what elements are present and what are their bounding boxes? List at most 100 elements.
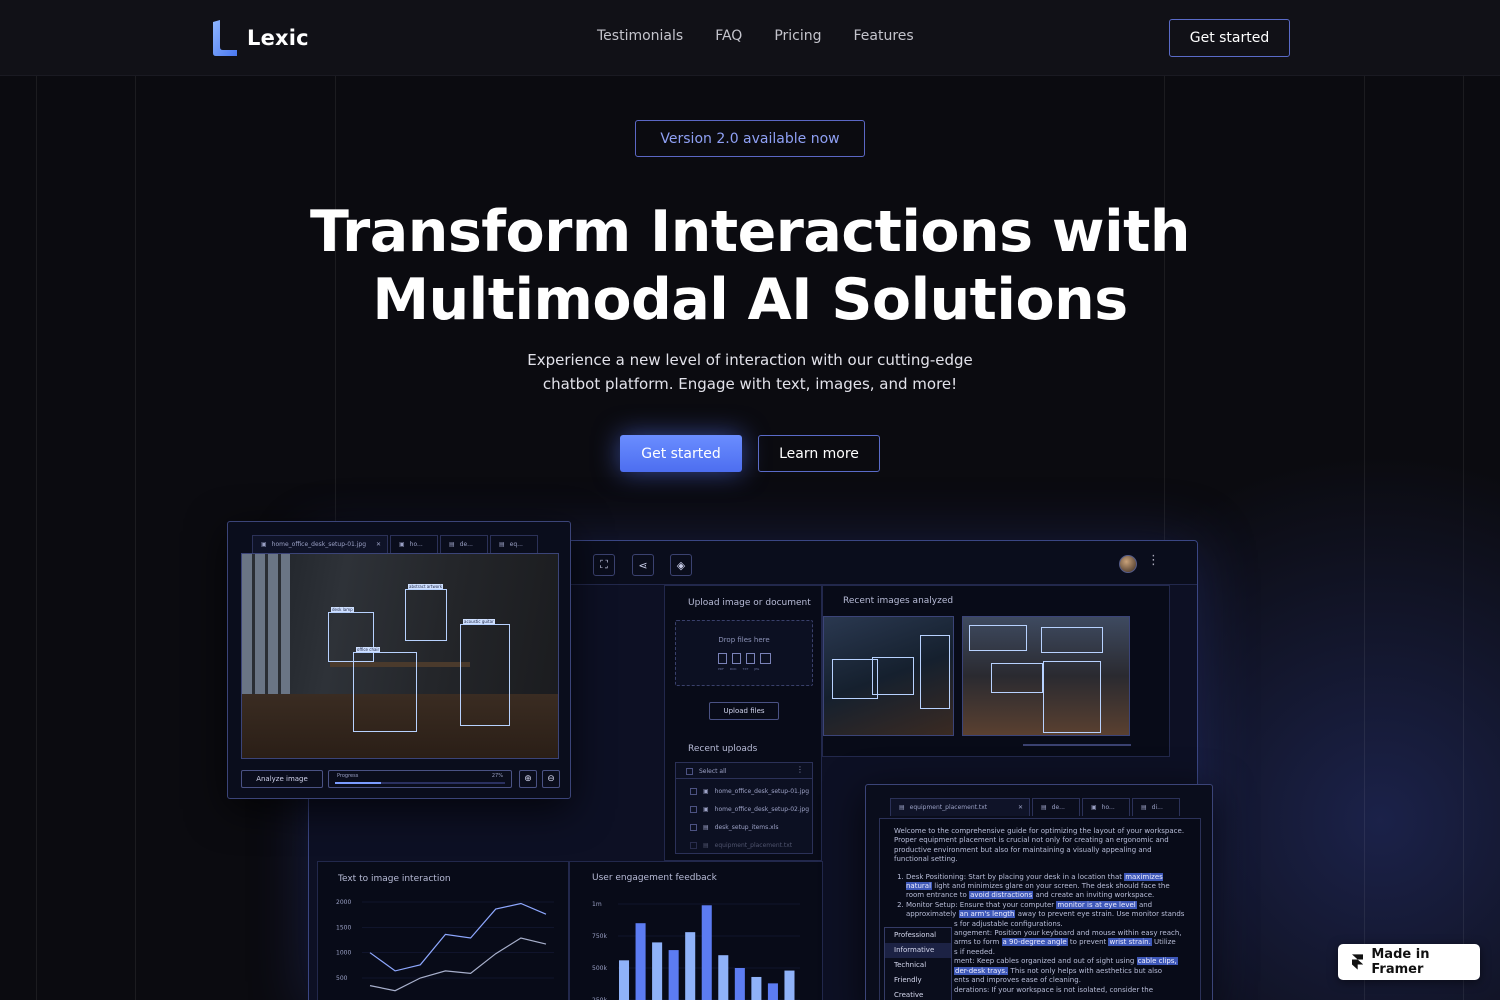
bar	[718, 955, 729, 1000]
dropzone[interactable]: Drop files here PDF DOC TXT JPG	[675, 620, 813, 686]
detection-box	[1041, 627, 1103, 653]
version-badge[interactable]: Version 2.0 available now	[635, 120, 865, 157]
tone-menu: Professional Informative Technical Frien…	[884, 927, 952, 1000]
office-photo[interactable]: desk lamp abstract artwork office chair …	[241, 553, 559, 759]
close-icon[interactable]: ✕	[376, 541, 381, 548]
doc-highlight[interactable]: cable clips,	[1136, 957, 1178, 966]
series-line	[369, 937, 547, 992]
list-item[interactable]: ▤ equipment_placement.txt	[690, 842, 792, 849]
hero-learn-more-button[interactable]: Learn more	[758, 435, 880, 472]
detection-box: office chair	[353, 647, 417, 732]
image-file-icon: ▣	[1091, 804, 1097, 811]
logo[interactable]: Lexic	[212, 20, 309, 56]
nav-link-testimonials[interactable]: Testimonials	[597, 28, 683, 44]
detection-label: office chair	[356, 647, 381, 652]
bar	[767, 983, 778, 1000]
doc-highlight[interactable]: a 90-degree angle	[1001, 938, 1068, 947]
menu-item-creative[interactable]: Creative	[885, 988, 951, 1000]
y-tick-label: 1000	[336, 950, 351, 957]
tab-label: equipment_placement.txt	[909, 804, 988, 811]
analyze-image-button[interactable]: Analyze image	[241, 770, 323, 788]
bar	[701, 905, 712, 1000]
nav-link-pricing[interactable]: Pricing	[774, 28, 821, 44]
nav-get-started-button[interactable]: Get started	[1169, 19, 1290, 57]
file-name: home_office_desk_setup-01.jpg	[714, 788, 810, 795]
tab-label: eq...	[509, 541, 523, 548]
tab-image-2[interactable]: ▣ ho...	[390, 535, 438, 553]
checkbox[interactable]	[690, 788, 697, 795]
hero-subtitle-line-2: chatbot platform. Engage with text, imag…	[542, 375, 958, 393]
nav-link-faq[interactable]: FAQ	[715, 28, 742, 44]
document-file-icon: ▤	[449, 541, 455, 548]
doc-highlight[interactable]: der-desk trays.	[954, 966, 1009, 975]
doc-highlight[interactable]: monitor is at eye level	[1056, 900, 1137, 909]
doc-file-icon	[732, 653, 741, 664]
bar	[734, 968, 745, 1000]
doc-text: arms to form	[954, 938, 1002, 947]
doc-highlight[interactable]: avoid distractions	[969, 891, 1034, 900]
fullscreen-icon[interactable]: ⛶	[593, 554, 615, 576]
doc-text: Desk Positioning: Start by placing your …	[906, 872, 1125, 881]
close-icon[interactable]: ✕	[1018, 804, 1023, 811]
more-options-icon[interactable]: ⋮	[1147, 553, 1160, 568]
layers-icon[interactable]: ◈	[670, 554, 692, 576]
tab-image-1[interactable]: ▣ home_office_desk_setup-01.jpg ✕	[252, 535, 388, 553]
zoom-in-icon[interactable]: ⊕	[519, 770, 537, 788]
tab-document-2[interactable]: ▤ de...	[1032, 798, 1080, 816]
file-type-label: PDF	[718, 667, 724, 671]
upload-files-button[interactable]: Upload files	[709, 702, 779, 720]
tab-label: home_office_desk_setup-01.jpg	[271, 541, 367, 548]
carousel-scrollbar[interactable]	[1023, 744, 1131, 746]
framer-badge-label: Made in Framer	[1371, 947, 1430, 977]
grid-line	[1364, 76, 1365, 1000]
upload-title: Upload image or document	[688, 598, 811, 608]
hero-title-line-1: Transform Interactions with	[310, 199, 1190, 265]
checkbox[interactable]	[686, 768, 693, 775]
nav-links: Testimonials FAQ Pricing Features	[597, 28, 914, 44]
nav-link-features[interactable]: Features	[854, 28, 914, 44]
doc-highlight[interactable]: an arm's length	[958, 910, 1016, 919]
bar-chart-panel: User engagement feedback 1m750k500k250k	[569, 861, 823, 1000]
made-in-framer-badge[interactable]: Made in Framer	[1338, 944, 1480, 980]
tab-document-4[interactable]: ▤ di...	[1132, 798, 1180, 816]
list-more-icon[interactable]: ⋮	[796, 765, 804, 774]
avatar[interactable]	[1119, 555, 1137, 573]
tab-label: ho...	[409, 541, 423, 548]
share-icon[interactable]: ⋖	[632, 554, 654, 576]
analyzed-image-thumbnail[interactable]	[823, 616, 954, 736]
image-file-icon: ▣	[703, 788, 709, 795]
checkbox[interactable]	[690, 824, 697, 831]
list-item[interactable]: ▣ home_office_desk_setup-01.jpg	[690, 788, 809, 795]
tab-document-1[interactable]: ▤ equipment_placement.txt ✕	[890, 798, 1030, 816]
file-name: home_office_desk_setup-02.jpg	[714, 806, 810, 813]
list-item[interactable]: ▤ desk_setup_items.xls	[690, 824, 779, 831]
detection-label: abstract artwork	[408, 584, 444, 589]
bar	[784, 970, 795, 1000]
zoom-out-icon[interactable]: ⊖	[542, 770, 560, 788]
y-tick-label: 1500	[336, 924, 351, 931]
detection-box	[872, 657, 914, 695]
doc-highlight[interactable]: wrist strain.	[1108, 938, 1152, 947]
checkbox[interactable]	[690, 842, 697, 849]
tab-document-3[interactable]: ▣ ho...	[1082, 798, 1130, 816]
y-tick-label: 500	[336, 975, 348, 982]
menu-item-technical[interactable]: Technical	[885, 958, 951, 973]
menu-item-professional[interactable]: Professional	[885, 928, 951, 943]
tab-doc-3[interactable]: ▤ de...	[440, 535, 488, 553]
series-line	[369, 902, 547, 972]
checkbox[interactable]	[690, 806, 697, 813]
hero-get-started-button[interactable]: Get started	[620, 435, 742, 472]
tab-doc-4[interactable]: ▤ eq...	[490, 535, 538, 553]
menu-item-friendly[interactable]: Friendly	[885, 973, 951, 988]
select-all-row[interactable]: Select all	[686, 768, 726, 775]
bar	[668, 950, 679, 1000]
analyzed-image-thumbnail[interactable]	[962, 616, 1130, 736]
list-item[interactable]: ▣ home_office_desk_setup-02.jpg	[690, 806, 809, 813]
detection-box: abstract artwork	[405, 584, 447, 641]
detection-box	[920, 635, 950, 709]
doc-text: to prevent	[1067, 938, 1109, 947]
file-type-label: JPG	[754, 667, 760, 671]
doc-text: Utilize	[1151, 938, 1176, 947]
menu-item-informative[interactable]: Informative	[885, 943, 951, 958]
progress-track	[335, 782, 505, 784]
